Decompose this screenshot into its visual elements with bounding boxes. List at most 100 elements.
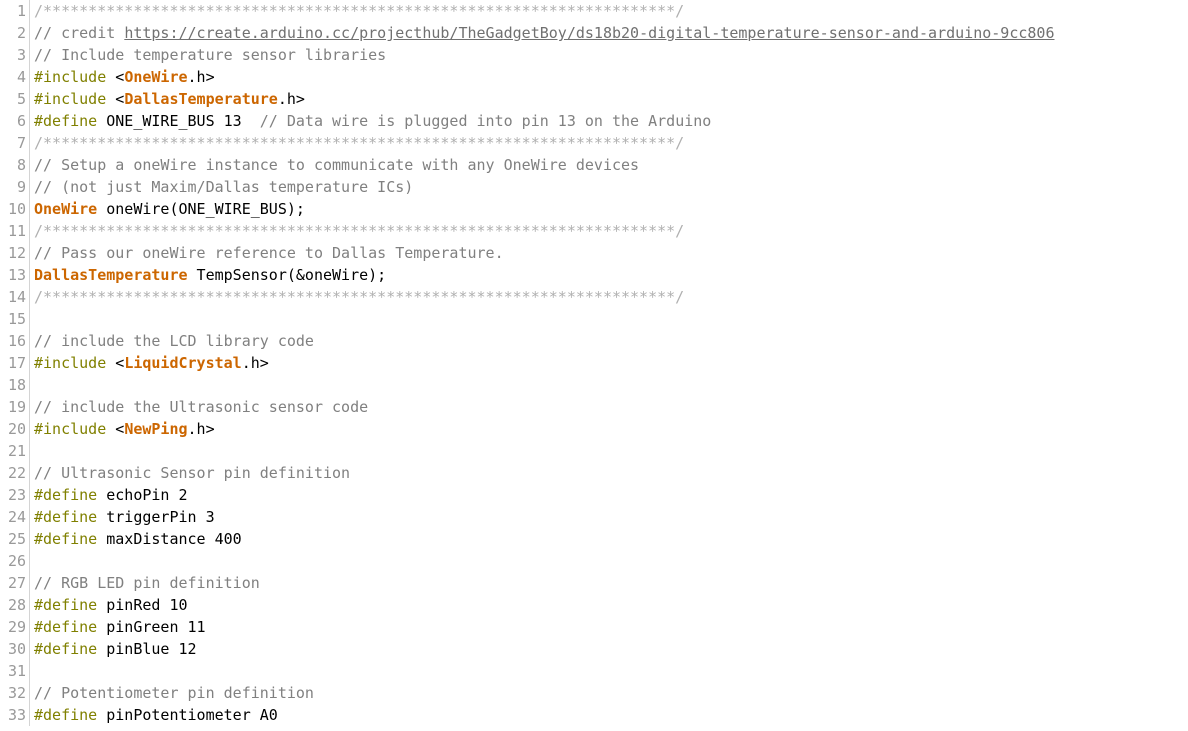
line-number: 4 xyxy=(16,68,26,86)
code-line-text[interactable]: // (not just Maxim/Dallas temperature IC… xyxy=(34,176,1188,198)
code-line-text[interactable]: #include <OneWire.h> xyxy=(34,66,1188,88)
code-line-text[interactable]: #define maxDistance 400 xyxy=(34,528,1188,550)
code-token: #define xyxy=(34,596,98,614)
code-token: #define xyxy=(34,640,98,658)
code-token: // include the Ultrasonic sensor code xyxy=(34,398,369,416)
code-line-text[interactable]: #define ONE_WIRE_BUS 13 // Data wire is … xyxy=(34,110,1188,132)
code-line-text[interactable]: #define echoPin 2 xyxy=(34,484,1188,506)
code-line-text[interactable]: #include <NewPing.h> xyxy=(34,418,1188,440)
code-line[interactable]: 27 // RGB LED pin definition xyxy=(0,572,1188,594)
code-line-text[interactable] xyxy=(34,308,1188,330)
code-line[interactable]: 5 #include <DallasTemperature.h> xyxy=(0,88,1188,110)
code-line[interactable]: 12 // Pass our oneWire reference to Dalla… xyxy=(0,242,1188,264)
code-line[interactable]: 18 xyxy=(0,374,1188,396)
code-line[interactable]: 30 #define pinBlue 12 xyxy=(0,638,1188,660)
code-line[interactable]: 15 xyxy=(0,308,1188,330)
code-line[interactable]: 4 #include <OneWire.h> xyxy=(0,66,1188,88)
code-line-text[interactable]: #define triggerPin 3 xyxy=(34,506,1188,528)
code-token: // include the LCD library code xyxy=(34,332,314,350)
code-line[interactable]: 21 xyxy=(0,440,1188,462)
code-line[interactable]: 3 // Include temperature sensor libraries xyxy=(0,44,1188,66)
line-number: 10 xyxy=(7,200,26,218)
code-line-text[interactable]: // include the Ultrasonic sensor code xyxy=(34,396,1188,418)
code-line[interactable]: 19 // include the Ultrasonic sensor code xyxy=(0,396,1188,418)
line-number: 21 xyxy=(7,442,26,460)
code-line-text[interactable] xyxy=(34,374,1188,396)
line-number: 24 xyxy=(7,508,26,526)
code-line[interactable]: 1 /**************************************… xyxy=(0,0,1188,22)
code-line-text[interactable]: // RGB LED pin definition xyxy=(34,572,1188,594)
code-token: #define xyxy=(34,112,98,130)
code-token: #define xyxy=(34,508,98,526)
code-line[interactable]: 25 #define maxDistance 400 xyxy=(0,528,1188,550)
code-line-text[interactable]: /***************************************… xyxy=(34,132,1188,154)
code-line-text[interactable]: /***************************************… xyxy=(34,0,1188,22)
code-token: // Data wire is plugged into pin 13 on t… xyxy=(259,112,712,130)
code-token: oneWire(ONE_WIRE_BUS); xyxy=(97,200,305,218)
code-editor[interactable]: 1 /**************************************… xyxy=(0,0,1188,731)
code-line-text[interactable]: /***************************************… xyxy=(34,220,1188,242)
code-line-text[interactable]: /***************************************… xyxy=(34,286,1188,308)
code-line[interactable]: 14 /*************************************… xyxy=(0,286,1188,308)
code-line[interactable]: 26 xyxy=(0,550,1188,572)
line-number: 19 xyxy=(7,398,26,416)
line-number: 8 xyxy=(16,156,26,174)
code-token: triggerPin 3 xyxy=(97,508,215,526)
code-line-text[interactable]: #define pinPotentiometer A0 xyxy=(34,704,1188,726)
line-number: 29 xyxy=(7,618,26,636)
code-line-text[interactable]: // Ultrasonic Sensor pin definition xyxy=(34,462,1188,484)
code-line[interactable]: 20 #include <NewPing.h> xyxy=(0,418,1188,440)
code-token: DallasTemperature xyxy=(124,90,278,108)
code-line[interactable]: 22 // Ultrasonic Sensor pin definition xyxy=(0,462,1188,484)
code-line[interactable]: 11 /*************************************… xyxy=(0,220,1188,242)
code-token: // Pass our oneWire reference to Dallas … xyxy=(34,244,504,262)
code-line-text[interactable]: // include the LCD library code xyxy=(34,330,1188,352)
code-line-text[interactable]: // Pass our oneWire reference to Dallas … xyxy=(34,242,1188,264)
line-number: 5 xyxy=(16,90,26,108)
code-line[interactable]: 16 // include the LCD library code xyxy=(0,330,1188,352)
code-line[interactable]: 2 // credit https://create.arduino.cc/pro… xyxy=(0,22,1188,44)
code-token: /***************************************… xyxy=(34,288,685,306)
code-line[interactable]: 13 DallasTemperature TempSensor(&oneWire)… xyxy=(0,264,1188,286)
line-number: 23 xyxy=(7,486,26,504)
code-token: NewPing xyxy=(124,420,188,438)
code-line-text[interactable]: // Potentiometer pin definition xyxy=(34,682,1188,704)
line-number: 12 xyxy=(7,244,26,262)
code-line[interactable]: 28 #define pinRed 10 xyxy=(0,594,1188,616)
code-line[interactable]: 23 #define echoPin 2 xyxy=(0,484,1188,506)
code-line[interactable]: 33 #define pinPotentiometer A0 xyxy=(0,704,1188,726)
code-line[interactable]: 6 #define ONE_WIRE_BUS 13 // Data wire is… xyxy=(0,110,1188,132)
code-line[interactable]: 7 /**************************************… xyxy=(0,132,1188,154)
code-line-text[interactable] xyxy=(34,660,1188,682)
code-line-text[interactable]: #include <LiquidCrystal.h> xyxy=(34,352,1188,374)
code-token: pinGreen 11 xyxy=(97,618,206,636)
code-line-text[interactable]: // Setup a oneWire instance to communica… xyxy=(34,154,1188,176)
code-line-text[interactable]: #define pinGreen 11 xyxy=(34,616,1188,638)
code-token: // Setup a oneWire instance to communica… xyxy=(34,156,640,174)
code-line-text[interactable]: #define pinRed 10 xyxy=(34,594,1188,616)
code-token: #define xyxy=(34,486,98,504)
code-line-text[interactable]: // credit https://create.arduino.cc/proj… xyxy=(34,22,1188,44)
code-line[interactable]: 29 #define pinGreen 11 xyxy=(0,616,1188,638)
code-line[interactable]: 24 #define triggerPin 3 xyxy=(0,506,1188,528)
code-line[interactable]: 10 OneWire oneWire(ONE_WIRE_BUS); xyxy=(0,198,1188,220)
code-line[interactable]: 32 // Potentiometer pin definition xyxy=(0,682,1188,704)
code-token: #include xyxy=(34,68,107,86)
code-token: TempSensor(&oneWire); xyxy=(187,266,387,284)
code-line-text[interactable] xyxy=(34,550,1188,572)
line-number: 3 xyxy=(16,46,26,64)
code-line-text[interactable]: #define pinBlue 12 xyxy=(34,638,1188,660)
code-token: LiquidCrystal xyxy=(124,354,242,372)
code-line[interactable]: 17 #include <LiquidCrystal.h> xyxy=(0,352,1188,374)
line-number: 26 xyxy=(7,552,26,570)
code-token: .h> xyxy=(277,90,305,108)
code-line[interactable]: 31 xyxy=(0,660,1188,682)
code-line-text[interactable]: DallasTemperature TempSensor(&oneWire); xyxy=(34,264,1188,286)
code-line-text[interactable]: // Include temperature sensor libraries xyxy=(34,44,1188,66)
code-link[interactable]: https://create.arduino.cc/projecthub/The… xyxy=(124,24,1054,42)
code-line-text[interactable] xyxy=(34,440,1188,462)
code-line[interactable]: 9 // (not just Maxim/Dallas temperature I… xyxy=(0,176,1188,198)
code-line-text[interactable]: #include <DallasTemperature.h> xyxy=(34,88,1188,110)
code-line[interactable]: 8 // Setup a oneWire instance to communic… xyxy=(0,154,1188,176)
code-line-text[interactable]: OneWire oneWire(ONE_WIRE_BUS); xyxy=(34,198,1188,220)
